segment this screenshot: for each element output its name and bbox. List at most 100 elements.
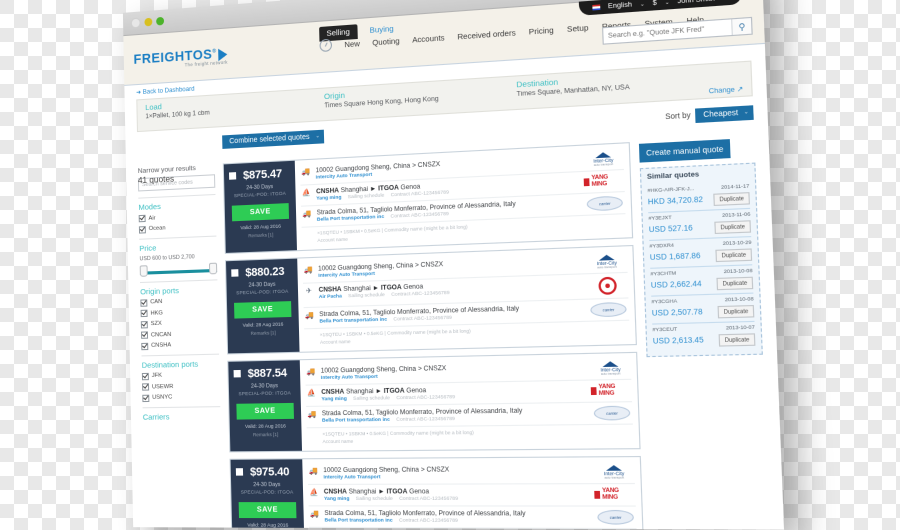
similar-quote-ref[interactable]: #Y3CHTM — [650, 271, 676, 277]
quote-list: $875.47 24-30 Days SPECIAL-POD: ITGOA SAVE V… — [222, 142, 645, 530]
filter-destination-port-usnyc[interactable]: USNYC — [142, 393, 220, 402]
duplicate-quote-button[interactable]: Duplicate — [714, 220, 752, 235]
quote-remarks[interactable]: Remarks [1] — [234, 432, 298, 438]
quote-price: $875.47 — [242, 167, 283, 183]
nav-new[interactable]: New — [344, 38, 360, 49]
price-range-slider[interactable] — [139, 262, 218, 277]
save-quote-button[interactable]: SAVE — [238, 502, 297, 519]
leg-carrier[interactable]: Bella Port transportation inc — [319, 318, 387, 325]
leg-contract: Contract ABC-123456789 — [390, 212, 449, 220]
leg-carrier-logo: carrier — [588, 302, 629, 318]
nav-pricing[interactable]: Pricing — [529, 25, 554, 36]
leg-carrier-logo — [587, 276, 628, 296]
nav-quoting[interactable]: Quoting — [372, 36, 399, 47]
language-selector[interactable]: English — [608, 1, 632, 10]
nav-setup[interactable]: Setup — [567, 22, 589, 33]
save-quote-button[interactable]: SAVE — [234, 301, 292, 319]
user-menu[interactable]: John Smith — [677, 0, 715, 5]
quote-card[interactable]: $975.40 24-30 Days SPECIAL-POD: ITGOA SAVE V… — [229, 455, 645, 530]
leg-carrier[interactable]: Yang ming — [316, 196, 341, 202]
leg-carrier[interactable]: Yang ming — [321, 397, 346, 403]
perspective-wrapper: English ⌄ $ ⌄ John Smith ⌄ FREIGHTOS® Th… — [122, 0, 785, 530]
truck-icon: 🚚 — [306, 368, 316, 377]
slider-handle-max[interactable] — [208, 262, 218, 274]
sort-control: Sort by Cheapest ⌄ — [665, 104, 754, 124]
duplicate-quote-button[interactable]: Duplicate — [718, 333, 756, 347]
quote-remarks[interactable]: Remarks [1] — [229, 231, 292, 239]
minimize-button[interactable] — [144, 17, 153, 27]
quote-price-panel: $887.54 24-30 Days SPECIAL-POD: ITGOA SAVE V… — [228, 360, 303, 452]
duplicate-quote-button[interactable]: Duplicate — [713, 192, 750, 206]
quote-card[interactable]: $875.47 24-30 Days SPECIAL-POD: ITGOA SAVE V… — [222, 142, 634, 254]
back-link-label: Back to Dashboard — [142, 85, 195, 96]
leg-carrier[interactable]: Bella Port transportation inc — [322, 418, 390, 424]
filter-group-origin-ports: Origin ports CAN HKG SZX CNCAN CNSHA — [140, 278, 219, 350]
combine-selected-quotes-button[interactable]: Combine selected quotes ⌄ — [222, 129, 325, 149]
nav-accounts[interactable]: Accounts — [412, 32, 445, 44]
maximize-button[interactable] — [156, 16, 165, 26]
similar-quote-ref[interactable]: #Y3CEUT — [652, 327, 677, 333]
filter-destination-port-usewr[interactable]: USEWR — [142, 382, 220, 391]
similar-quote-ref[interactable]: #Y3CGHA — [651, 299, 677, 305]
similar-quote-ref[interactable]: #Y3EJXT — [648, 216, 671, 223]
filter-origin-ports-title: Origin ports — [140, 285, 180, 296]
quote-card[interactable]: $887.54 24-30 Days SPECIAL-POD: ITGOA SAVE V… — [227, 351, 641, 453]
create-manual-quote-button[interactable]: Create manual quote — [638, 139, 731, 163]
quote-select-checkbox[interactable] — [228, 172, 237, 180]
chevron-down-icon: ⌄ — [664, 0, 670, 6]
quote-valid-until: Valid: 28 Aug 2016 — [247, 523, 289, 529]
right-panel: Create manual quote Similar quotes #HKG-… — [638, 136, 763, 358]
filter-mode-air[interactable]: Air — [138, 212, 216, 223]
currency-selector[interactable]: $ — [652, 0, 656, 7]
filter-origin-port-hkg[interactable]: HKG — [140, 308, 219, 318]
leg-carrier[interactable]: Intercity Auto Transport — [323, 475, 380, 481]
filter-origin-port-cnsha[interactable]: CNSHA — [141, 341, 219, 350]
quote-select-checkbox[interactable] — [233, 369, 241, 378]
leg-route: 10002 Guangdong Sheng, China > CNSZX — [323, 465, 450, 475]
filter-origin-port-cncan[interactable]: CNCAN — [141, 330, 219, 339]
close-button[interactable] — [130, 17, 141, 29]
similar-quote-amount: USD 2,662.44 — [650, 280, 702, 291]
nav-received-orders[interactable]: Received orders — [457, 27, 516, 41]
yang-ming-logo: YANG MING — [590, 383, 632, 397]
sort-by-label: Sort by — [665, 111, 691, 121]
registered-mark: ® — [212, 48, 217, 56]
similar-quote-ref[interactable]: #Y3DXR4 — [649, 243, 674, 249]
leg-carrier-logo: carrier — [595, 510, 636, 525]
sort-select[interactable]: Cheapest ⌄ — [695, 104, 754, 123]
filter-destination-port-jfk[interactable]: JFK — [141, 371, 220, 380]
duplicate-quote-button[interactable]: Duplicate — [715, 248, 753, 263]
leg-sailing-schedule-link[interactable]: Sailing schedule — [348, 194, 385, 201]
search-input[interactable] — [603, 23, 732, 40]
brand-logo[interactable]: FREIGHTOS® The freight network — [133, 45, 227, 71]
save-quote-button[interactable]: SAVE — [236, 402, 294, 420]
quote-card[interactable]: $880.23 24-30 Days SPECIAL-POD: ITGOA SAVE V… — [224, 244, 637, 355]
similar-quote-ref[interactable]: #HKG-AIR-JFK-J... — [647, 187, 694, 195]
filter-origin-port-can[interactable]: CAN — [140, 297, 218, 307]
leg-carrier[interactable]: Yang ming — [324, 497, 350, 502]
leg-carrier[interactable]: Air Pacha — [319, 294, 342, 300]
filter-origin-port-szx[interactable]: SZX — [140, 319, 219, 328]
dashboard-gauge-icon[interactable] — [319, 38, 333, 53]
leg-sailing-schedule-link[interactable]: Sailing schedule — [356, 497, 393, 502]
quote-select-checkbox[interactable] — [231, 269, 239, 277]
quote-price: $880.23 — [245, 265, 285, 280]
quote-leg: 🚚 10002 Guangdong Sheng, China > CNSZX Int… — [307, 461, 635, 486]
duplicate-quote-button[interactable]: Duplicate — [716, 276, 754, 291]
truck-icon: 🚚 — [304, 312, 315, 320]
duplicate-quote-button[interactable]: Duplicate — [717, 304, 755, 319]
similar-quotes-panel: Similar quotes #HKG-AIR-JFK-J... 2014-11-… — [639, 162, 763, 358]
search-icon[interactable]: ⚲ — [731, 18, 752, 35]
filter-origin-port-label: CAN — [150, 298, 163, 306]
filter-mode-ocean[interactable]: Ocean — [138, 223, 216, 234]
leg-carrier[interactable]: Intercity Auto Transport — [318, 272, 375, 279]
save-quote-button[interactable]: SAVE — [231, 203, 290, 222]
leg-sailing-schedule-link[interactable]: Sailing schedule — [353, 396, 390, 402]
leg-carrier-logo: Inter-City auto transport — [583, 151, 624, 168]
leg-sailing-schedule-link[interactable]: Sailing schedule — [348, 293, 385, 299]
leg-carrier[interactable]: Bella Port transportation inc — [325, 518, 393, 524]
quote-remarks[interactable]: Remarks [1] — [232, 330, 295, 337]
leg-carrier[interactable]: Intercity Auto Transport — [321, 375, 378, 381]
quote-select-checkbox[interactable] — [235, 468, 244, 476]
slider-handle-min[interactable] — [139, 264, 148, 277]
